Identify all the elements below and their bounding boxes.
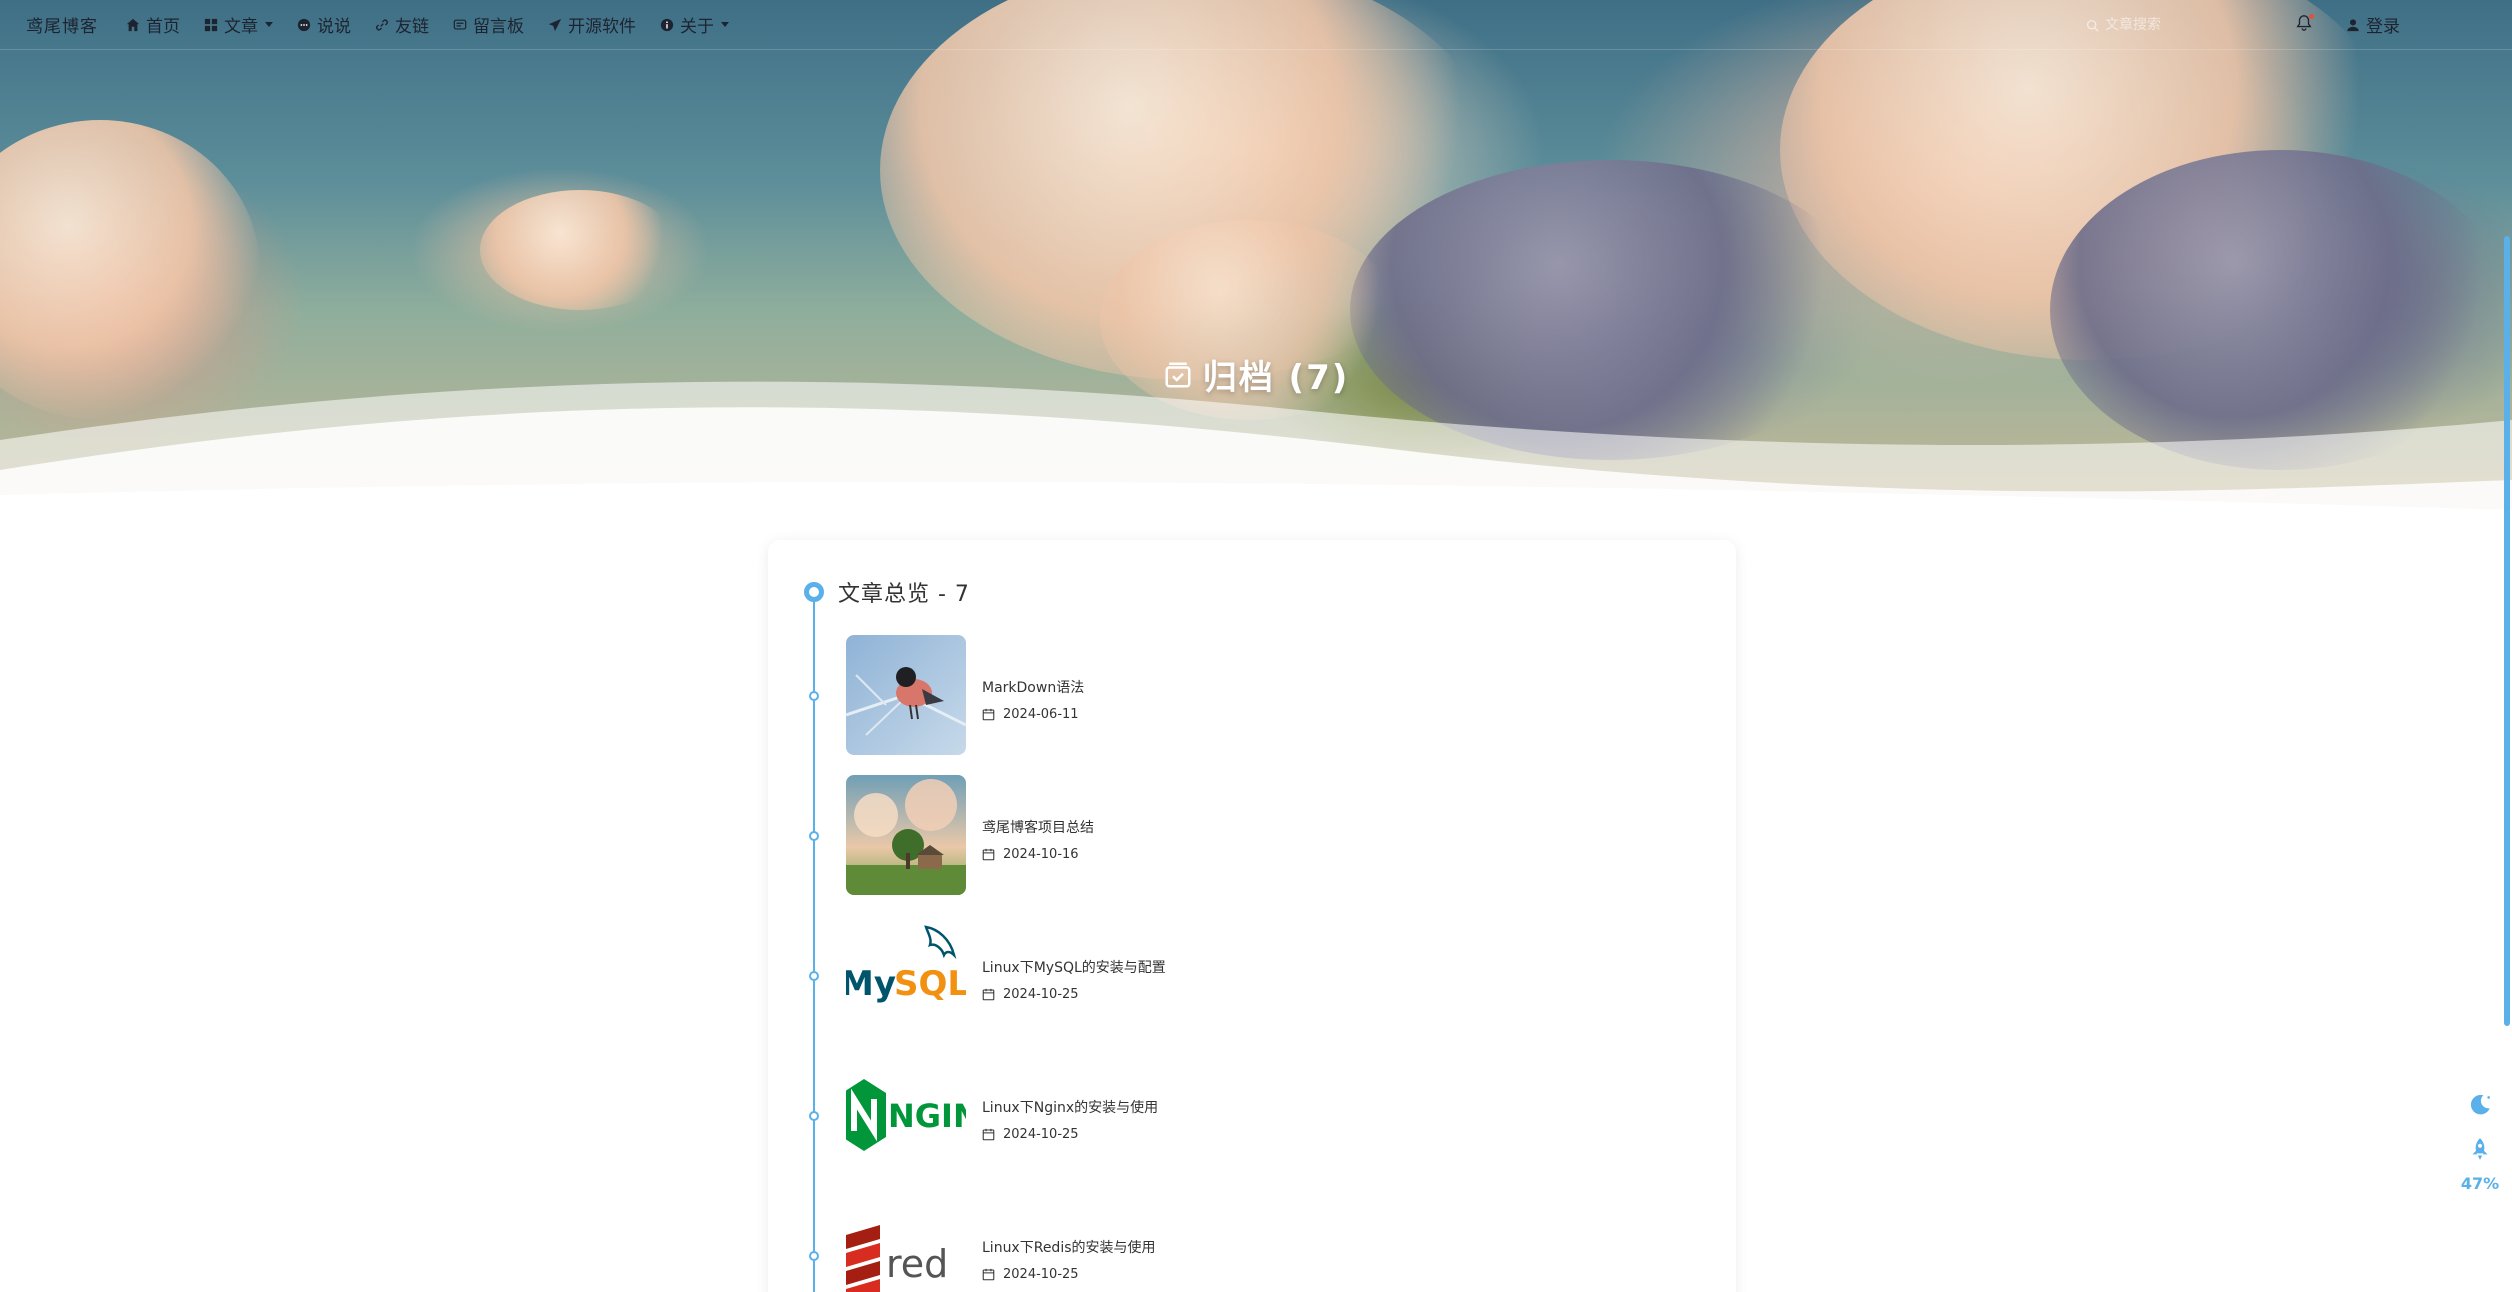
post-thumbnail[interactable]	[846, 635, 966, 755]
archive-post: red Linux下Redis的安装与使用 2024-10-25	[768, 1195, 1668, 1292]
login-button[interactable]: 登录	[2346, 12, 2400, 37]
archive-card: 文章总览 - 7 MarkDown语法 2024-06-11 鸢尾博客项目总结 …	[768, 540, 1736, 1292]
calendar-icon	[982, 1268, 995, 1281]
mysql-logo: My SQL	[846, 915, 966, 1035]
post-thumbnail[interactable]	[846, 775, 966, 895]
redis-logo: red	[846, 1195, 966, 1292]
chevron-down-icon	[265, 22, 273, 27]
post-thumbnail[interactable]: NGIN	[846, 1055, 966, 1175]
post-date: 2024-10-25	[982, 1127, 1079, 1142]
cloud-shape	[480, 190, 680, 310]
search-input[interactable]	[2105, 17, 2225, 33]
archive-post: 鸢尾博客项目总结 2024-10-16	[768, 775, 1668, 895]
nav-item-home[interactable]: 首页	[126, 12, 180, 37]
nav-item-label: 首页	[146, 17, 180, 37]
chat-icon	[297, 18, 311, 31]
nav-item-articles[interactable]: 文章	[204, 12, 273, 37]
svg-text:My: My	[846, 964, 896, 1004]
post-title[interactable]: Linux下Nginx的安装与使用	[982, 1097, 1158, 1117]
grid-icon	[204, 18, 218, 31]
calendar-icon	[982, 1128, 995, 1141]
post-title[interactable]: Linux下MySQL的安装与配置	[982, 957, 1166, 977]
post-date-text: 2024-10-25	[1003, 1267, 1079, 1282]
rocket-icon[interactable]	[2467, 1136, 2493, 1162]
archive-post: NGIN Linux下Nginx的安装与使用 2024-10-25	[768, 1055, 1668, 1175]
hero-banner	[0, 0, 2512, 520]
nav-item-opensource[interactable]: 开源软件	[548, 12, 636, 37]
post-date: 2024-06-11	[982, 707, 1079, 722]
svg-text:NGIN: NGIN	[888, 1097, 966, 1135]
nav-item-talk[interactable]: 说说	[297, 12, 351, 37]
post-date-text: 2024-10-25	[1003, 1127, 1079, 1142]
archive-overview: 文章总览 - 7	[804, 576, 970, 608]
overview-label: 文章总览 - 7	[838, 582, 970, 607]
post-title[interactable]: Linux下Redis的安装与使用	[982, 1237, 1156, 1257]
user-icon	[2347, 18, 2359, 31]
info-icon	[660, 18, 674, 31]
post-date-text: 2024-10-16	[1003, 847, 1079, 862]
post-title[interactable]: 鸢尾博客项目总结	[982, 817, 1094, 837]
send-icon	[548, 18, 562, 31]
page-title: 归档 (7)	[0, 350, 2512, 399]
timeline-dot	[809, 831, 819, 841]
post-title[interactable]: MarkDown语法	[982, 677, 1084, 697]
message-icon	[453, 19, 467, 30]
notification-button[interactable]	[2295, 14, 2315, 34]
nav-item-label: 说说	[317, 17, 351, 37]
nav-item-about[interactable]: 关于	[660, 12, 729, 37]
post-date-text: 2024-06-11	[1003, 707, 1079, 722]
timeline-dot	[809, 691, 819, 701]
nav-item-label: 文章	[224, 17, 258, 37]
timeline-dot	[809, 1111, 819, 1121]
post-thumbnail[interactable]: My SQL	[846, 915, 966, 1035]
svg-text:red: red	[886, 1242, 948, 1286]
home-icon	[126, 18, 140, 31]
post-date: 2024-10-16	[982, 847, 1079, 862]
notification-dot	[2309, 14, 2314, 19]
post-date-text: 2024-10-25	[1003, 987, 1079, 1002]
nav-item-label: 关于	[680, 17, 714, 37]
calendar-icon	[982, 848, 995, 861]
nav-item-guestbook[interactable]: 留言板	[453, 12, 524, 37]
search-icon	[2086, 19, 2099, 32]
archive-post: My SQL Linux下MySQL的安装与配置 2024-10-25	[768, 915, 1668, 1035]
post-date: 2024-10-25	[982, 987, 1079, 1002]
moon-icon[interactable]	[2467, 1092, 2493, 1118]
post-thumbnail[interactable]: red	[846, 1195, 966, 1292]
calendar-icon	[982, 708, 995, 721]
post-date: 2024-10-25	[982, 1267, 1079, 1282]
archive-icon	[1165, 362, 1191, 387]
nginx-logo: NGIN	[846, 1055, 966, 1175]
chevron-down-icon	[721, 22, 729, 27]
site-brand[interactable]: 鸢尾博客	[26, 12, 98, 37]
svg-text:SQL: SQL	[894, 964, 966, 1004]
link-icon	[376, 19, 388, 30]
calendar-icon	[982, 988, 995, 1001]
archive-post: MarkDown语法 2024-06-11	[768, 635, 1668, 755]
nav-item-links[interactable]: 友链	[375, 12, 429, 37]
login-label: 登录	[2366, 17, 2400, 37]
timeline-dot	[809, 1251, 819, 1261]
side-tools: 47%	[2460, 1092, 2500, 1193]
nav-item-label: 留言板	[473, 17, 524, 37]
scrollbar-thumb[interactable]	[2504, 236, 2510, 1026]
page-title-text: 归档 (7)	[1202, 358, 1350, 398]
search-box[interactable]	[2086, 12, 2246, 38]
nav-item-label: 友链	[395, 17, 429, 37]
timeline-head-dot	[804, 582, 824, 602]
nav-item-label: 开源软件	[568, 17, 636, 37]
scroll-percent: 47%	[2460, 1174, 2500, 1193]
timeline-dot	[809, 971, 819, 981]
page-scrollbar[interactable]	[2502, 0, 2512, 1292]
